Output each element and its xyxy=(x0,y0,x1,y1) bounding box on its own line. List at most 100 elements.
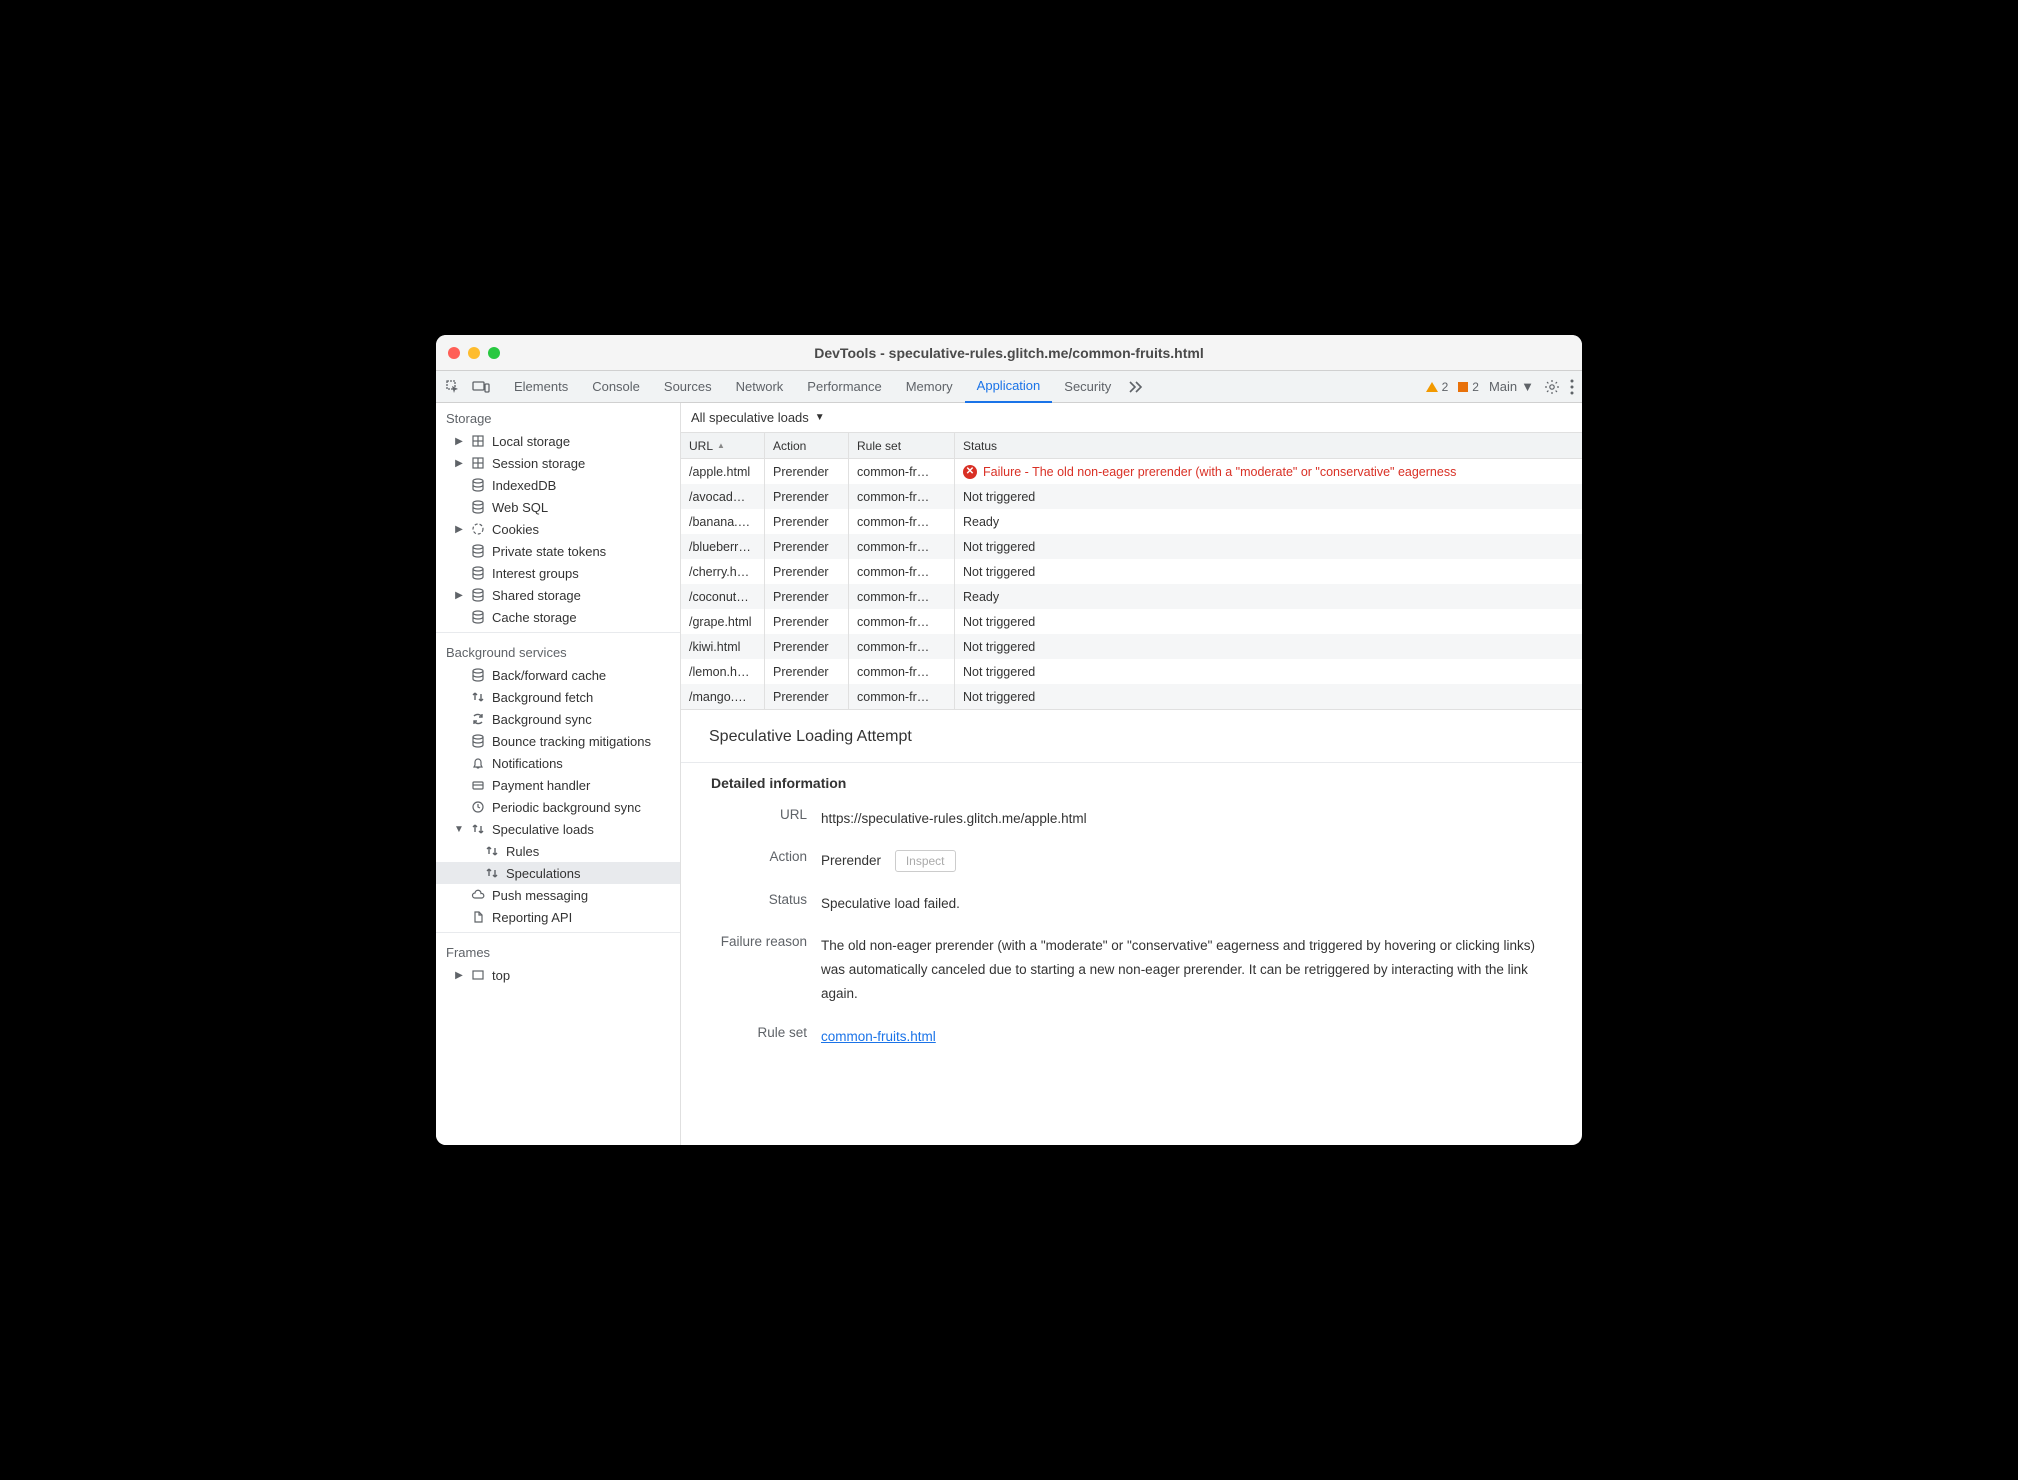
sidebar-item-rules[interactable]: Rules xyxy=(436,840,680,862)
kebab-menu-icon[interactable] xyxy=(1570,379,1574,395)
sidebar-item-reporting-api[interactable]: Reporting API xyxy=(436,906,680,928)
divider xyxy=(681,762,1582,763)
cell-action: Prerender xyxy=(765,584,849,609)
cell-url: /kiwi.html xyxy=(681,634,765,659)
cell-ruleset: common-fr… xyxy=(849,659,955,684)
table-row[interactable]: /lemon.h…Prerendercommon-fr…Not triggere… xyxy=(681,659,1582,684)
warning-count: 2 xyxy=(1442,380,1449,394)
tab-performance[interactable]: Performance xyxy=(795,371,893,403)
error-icon: ✕ xyxy=(963,465,977,479)
ruleset-link[interactable]: common-fruits.html xyxy=(821,1029,936,1044)
devtools-window: DevTools - speculative-rules.glitch.me/c… xyxy=(436,335,1582,1145)
sidebar-item-label: Reporting API xyxy=(492,910,572,925)
col-action[interactable]: Action xyxy=(765,433,849,458)
failure-reason-value: The old non-eager prerender (with a "mod… xyxy=(821,934,1562,1007)
sidebar-item-label: Background fetch xyxy=(492,690,593,705)
errors-badge[interactable]: 2 xyxy=(1458,380,1479,394)
table-row[interactable]: /coconut…Prerendercommon-fr…Ready xyxy=(681,584,1582,609)
sidebar-item-bounce-tracking-mitigations[interactable]: Bounce tracking mitigations xyxy=(436,730,680,752)
clock-icon xyxy=(470,799,486,815)
db-icon xyxy=(470,733,486,749)
failure-reason-label: Failure reason xyxy=(701,934,821,1007)
cell-url: /blueberr… xyxy=(681,534,765,559)
sidebar-item-label: Cookies xyxy=(492,522,539,537)
tab-network[interactable]: Network xyxy=(724,371,796,403)
table-row[interactable]: /avocad…Prerendercommon-fr…Not triggered xyxy=(681,484,1582,509)
detail-title: Speculative Loading Attempt xyxy=(709,728,1554,746)
sidebar-item-cache-storage[interactable]: Cache storage xyxy=(436,606,680,628)
sidebar-item-periodic-background-sync[interactable]: Periodic background sync xyxy=(436,796,680,818)
table-row[interactable]: /kiwi.htmlPrerendercommon-fr…Not trigger… xyxy=(681,634,1582,659)
table-row[interactable]: /cherry.h…Prerendercommon-fr…Not trigger… xyxy=(681,559,1582,584)
sidebar-item-label: Periodic background sync xyxy=(492,800,641,815)
divider xyxy=(436,932,680,933)
db-icon xyxy=(470,499,486,515)
zoom-window[interactable] xyxy=(488,347,500,359)
table-row[interactable]: /grape.htmlPrerendercommon-fr…Not trigge… xyxy=(681,609,1582,634)
device-toggle-icon[interactable] xyxy=(472,378,490,396)
table-row[interactable]: /mango.…Prerendercommon-fr…Not triggered xyxy=(681,684,1582,709)
url-value: https://speculative-rules.glitch.me/appl… xyxy=(821,807,1562,831)
status-value: Speculative load failed. xyxy=(821,892,1562,916)
filter-bar[interactable]: All speculative loads ▼ xyxy=(681,403,1582,433)
cell-ruleset: common-fr… xyxy=(849,509,955,534)
table-header: URL▲ Action Rule set Status xyxy=(681,433,1582,459)
sidebar-item-background-sync[interactable]: Background sync xyxy=(436,708,680,730)
devtools-toolbar: ElementsConsoleSourcesNetworkPerformance… xyxy=(436,371,1582,403)
sidebar-item-session-storage[interactable]: ▶Session storage xyxy=(436,452,680,474)
sidebar-item-payment-handler[interactable]: Payment handler xyxy=(436,774,680,796)
cell-action: Prerender xyxy=(765,484,849,509)
more-tabs-icon[interactable] xyxy=(1127,381,1143,393)
sidebar-item-label: Session storage xyxy=(492,456,585,471)
col-ruleset[interactable]: Rule set xyxy=(849,433,955,458)
sidebar-item-web-sql[interactable]: Web SQL xyxy=(436,496,680,518)
sidebar-item-shared-storage[interactable]: ▶Shared storage xyxy=(436,584,680,606)
cell-action: Prerender xyxy=(765,509,849,534)
cell-action: Prerender xyxy=(765,534,849,559)
sidebar-item-indexeddb[interactable]: IndexedDB xyxy=(436,474,680,496)
db-grid-icon xyxy=(470,433,486,449)
sidebar-item-back-forward-cache[interactable]: Back/forward cache xyxy=(436,664,680,686)
sidebar-item-notifications[interactable]: Notifications xyxy=(436,752,680,774)
sidebar-item-cookies[interactable]: ▶Cookies xyxy=(436,518,680,540)
tab-memory[interactable]: Memory xyxy=(894,371,965,403)
action-value: Prerender Inspect xyxy=(821,849,1562,873)
sidebar-item-speculative-loads[interactable]: ▼Speculative loads xyxy=(436,818,680,840)
warnings-badge[interactable]: 2 xyxy=(1426,380,1449,394)
sidebar-item-speculations[interactable]: Speculations xyxy=(436,862,680,884)
tab-application[interactable]: Application xyxy=(965,371,1053,403)
bell-icon xyxy=(470,755,486,771)
cell-ruleset: common-fr… xyxy=(849,534,955,559)
expand-icon: ▶ xyxy=(454,970,464,981)
sidebar-item-local-storage[interactable]: ▶Local storage xyxy=(436,430,680,452)
close-window[interactable] xyxy=(448,347,460,359)
db-icon xyxy=(470,543,486,559)
sidebar-item-background-fetch[interactable]: Background fetch xyxy=(436,686,680,708)
table-row[interactable]: /blueberr…Prerendercommon-fr…Not trigger… xyxy=(681,534,1582,559)
sidebar-item-interest-groups[interactable]: Interest groups xyxy=(436,562,680,584)
url-label: URL xyxy=(701,807,821,831)
table-row[interactable]: /apple.htmlPrerendercommon-fr…✕Failure -… xyxy=(681,459,1582,484)
action-label: Action xyxy=(701,849,821,873)
table-row[interactable]: /banana.…Prerendercommon-fr…Ready xyxy=(681,509,1582,534)
sidebar-item-label: Local storage xyxy=(492,434,570,449)
sidebar-item-label: Speculative loads xyxy=(492,822,594,837)
tab-sources[interactable]: Sources xyxy=(652,371,724,403)
cell-url: /coconut… xyxy=(681,584,765,609)
minimize-window[interactable] xyxy=(468,347,480,359)
tab-console[interactable]: Console xyxy=(580,371,652,403)
sidebar-item-push-messaging[interactable]: Push messaging xyxy=(436,884,680,906)
sort-asc-icon: ▲ xyxy=(717,441,725,450)
col-url[interactable]: URL▲ xyxy=(681,433,765,458)
sidebar-item-top[interactable]: ▶top xyxy=(436,964,680,986)
inspect-element-icon[interactable] xyxy=(444,378,462,396)
inspect-button[interactable]: Inspect xyxy=(895,850,956,872)
target-selector[interactable]: Main ▼ xyxy=(1489,379,1534,394)
col-status[interactable]: Status xyxy=(955,433,1582,458)
tab-elements[interactable]: Elements xyxy=(502,371,580,403)
tab-security[interactable]: Security xyxy=(1052,371,1123,403)
sidebar-item-private-state-tokens[interactable]: Private state tokens xyxy=(436,540,680,562)
storage-section-title: Storage xyxy=(436,403,680,430)
target-label: Main xyxy=(1489,379,1517,394)
settings-icon[interactable] xyxy=(1544,379,1560,395)
